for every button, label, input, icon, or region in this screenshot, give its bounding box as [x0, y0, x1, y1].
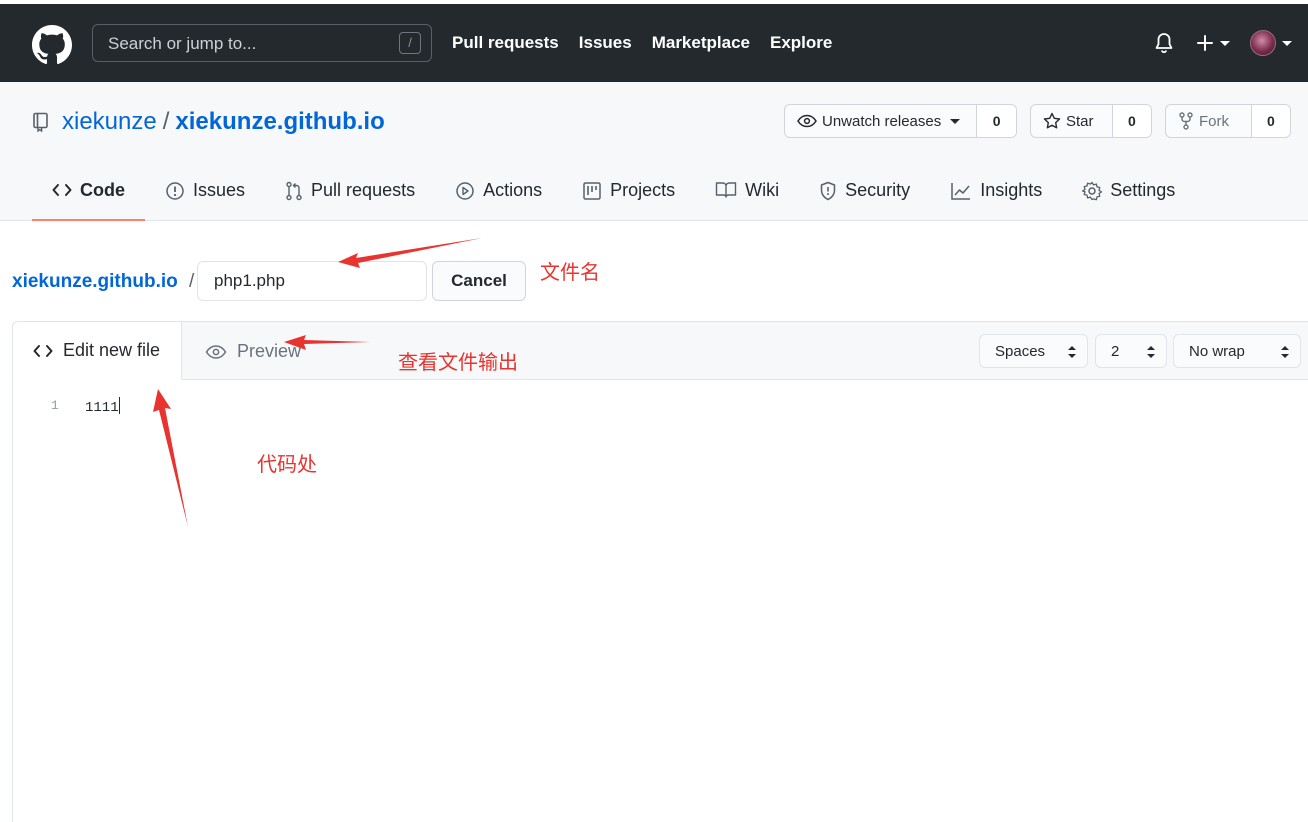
indent-mode-value: Spaces [995, 342, 1046, 360]
play-icon [456, 182, 474, 200]
tab-insights-label: Insights [980, 180, 1043, 200]
select-arrows-icon [1147, 346, 1155, 358]
preview-annotation: 查看文件输出 [398, 350, 518, 374]
tab-code-label: Code [80, 180, 125, 200]
tab-insights[interactable]: Insights [930, 170, 1062, 221]
repo-title: xiekunze / xiekunze.github.io [32, 108, 385, 136]
code-icon [33, 344, 53, 357]
star-button[interactable]: Star [1031, 105, 1112, 137]
line-number: 1 [51, 398, 59, 413]
tab-wiki[interactable]: Wiki [695, 170, 799, 221]
breadcrumb-repo-link[interactable]: xiekunze.github.io [12, 271, 178, 292]
repo-header: xiekunze / xiekunze.github.io Unwatch re… [0, 82, 1308, 221]
breadcrumb-separator: / [189, 271, 195, 292]
code-line[interactable]: 1111 [85, 400, 119, 416]
fork-label: Fork [1199, 112, 1229, 130]
issue-icon [166, 182, 184, 200]
header-actions [1154, 30, 1292, 56]
tab-code[interactable]: Code [32, 170, 145, 221]
tab-wiki-label: Wiki [745, 180, 780, 200]
repo-name-link[interactable]: xiekunze.github.io [175, 108, 384, 136]
tab-settings-label: Settings [1110, 180, 1176, 200]
repo-icon [33, 112, 48, 132]
nav-pull-requests[interactable]: Pull requests [452, 33, 559, 53]
fork-icon [1179, 112, 1193, 130]
repo-owner-link[interactable]: xiekunze [62, 108, 157, 136]
watch-count[interactable]: 0 [976, 105, 1016, 137]
search-placeholder: Search or jump to... [108, 34, 257, 53]
graph-icon [951, 183, 971, 200]
tab-actions[interactable]: Actions [435, 170, 562, 221]
code-icon [52, 184, 72, 196]
global-header: Search or jump to... / Pull requests Iss… [0, 0, 1308, 82]
select-arrows-icon [1068, 346, 1076, 358]
tab-security-label: Security [845, 180, 911, 200]
nav-marketplace[interactable]: Marketplace [652, 33, 750, 53]
filename-input[interactable] [197, 261, 427, 301]
indent-size-value: 2 [1111, 342, 1120, 360]
gear-icon [1082, 181, 1103, 201]
watch-label: Unwatch releases [822, 112, 942, 130]
tab-edit-new-file[interactable]: Edit new file [12, 321, 182, 380]
plus-icon [1197, 35, 1213, 51]
chevron-down-icon [950, 118, 961, 124]
code-annotation: 代码处 [257, 452, 317, 476]
github-logo-icon[interactable] [32, 25, 72, 65]
nav-issues[interactable]: Issues [579, 33, 632, 53]
tab-edit-label: Edit new file [63, 340, 161, 360]
tab-preview-label: Preview [237, 341, 302, 361]
create-new-button[interactable] [1196, 34, 1230, 52]
tab-projects-label: Projects [610, 180, 676, 200]
tab-issues[interactable]: Issues [145, 170, 265, 221]
fork-button-group: Fork 0 [1165, 104, 1291, 138]
chevron-down-icon [1220, 40, 1230, 46]
editor-toolbar: Edit new file Preview Spaces 2 No wrap [12, 321, 1308, 380]
avatar [1250, 30, 1276, 56]
search-input[interactable]: Search or jump to... / [92, 24, 432, 62]
wrap-mode-select[interactable]: No wrap [1173, 334, 1301, 368]
star-count[interactable]: 0 [1111, 105, 1151, 137]
tab-projects[interactable]: Projects [562, 170, 695, 221]
bell-icon[interactable] [1154, 32, 1174, 54]
tab-actions-label: Actions [483, 180, 543, 200]
code-editor-area[interactable]: 1111 [85, 397, 120, 416]
tab-pull-requests[interactable]: Pull requests [265, 170, 435, 221]
nav-explore[interactable]: Explore [770, 33, 832, 53]
eye-icon [205, 344, 227, 359]
star-icon [1043, 112, 1061, 129]
tab-preview[interactable]: Preview [205, 341, 301, 362]
eye-icon [797, 114, 817, 128]
pull-request-icon [286, 181, 302, 201]
search-shortcut-key: / [399, 32, 421, 54]
wrap-mode-value: No wrap [1189, 342, 1245, 360]
chevron-down-icon [1282, 40, 1292, 46]
file-editor: Edit new file Preview Spaces 2 No wrap 1… [12, 321, 1308, 822]
tab-pull-requests-label: Pull requests [311, 180, 416, 200]
filename-annotation: 文件名 [540, 260, 600, 284]
watch-button-group: Unwatch releases 0 [784, 104, 1017, 138]
tab-issues-label: Issues [193, 180, 246, 200]
project-icon [583, 182, 601, 200]
watch-button[interactable]: Unwatch releases [785, 105, 976, 137]
star-button-group: Star 0 [1030, 104, 1152, 138]
text-cursor [118, 397, 120, 414]
shield-icon [820, 181, 836, 201]
fork-button[interactable]: Fork [1166, 105, 1251, 137]
star-label: Star [1066, 112, 1094, 130]
book-icon [715, 182, 737, 198]
indent-size-select[interactable]: 2 [1095, 334, 1167, 368]
repo-tabs: Code Issues Pull requests Actions Projec… [32, 170, 1195, 221]
breadcrumb: xiekunze.github.io / [12, 271, 194, 293]
indent-mode-select[interactable]: Spaces [979, 334, 1088, 368]
tab-security[interactable]: Security [799, 170, 930, 221]
user-menu-button[interactable] [1250, 30, 1292, 56]
select-arrows-icon [1281, 346, 1289, 358]
fork-count[interactable]: 0 [1250, 105, 1290, 137]
repo-separator: / [162, 108, 170, 135]
top-nav: Pull requests Issues Marketplace Explore [452, 33, 852, 53]
cancel-button[interactable]: Cancel [432, 261, 526, 301]
tab-settings[interactable]: Settings [1062, 170, 1195, 221]
